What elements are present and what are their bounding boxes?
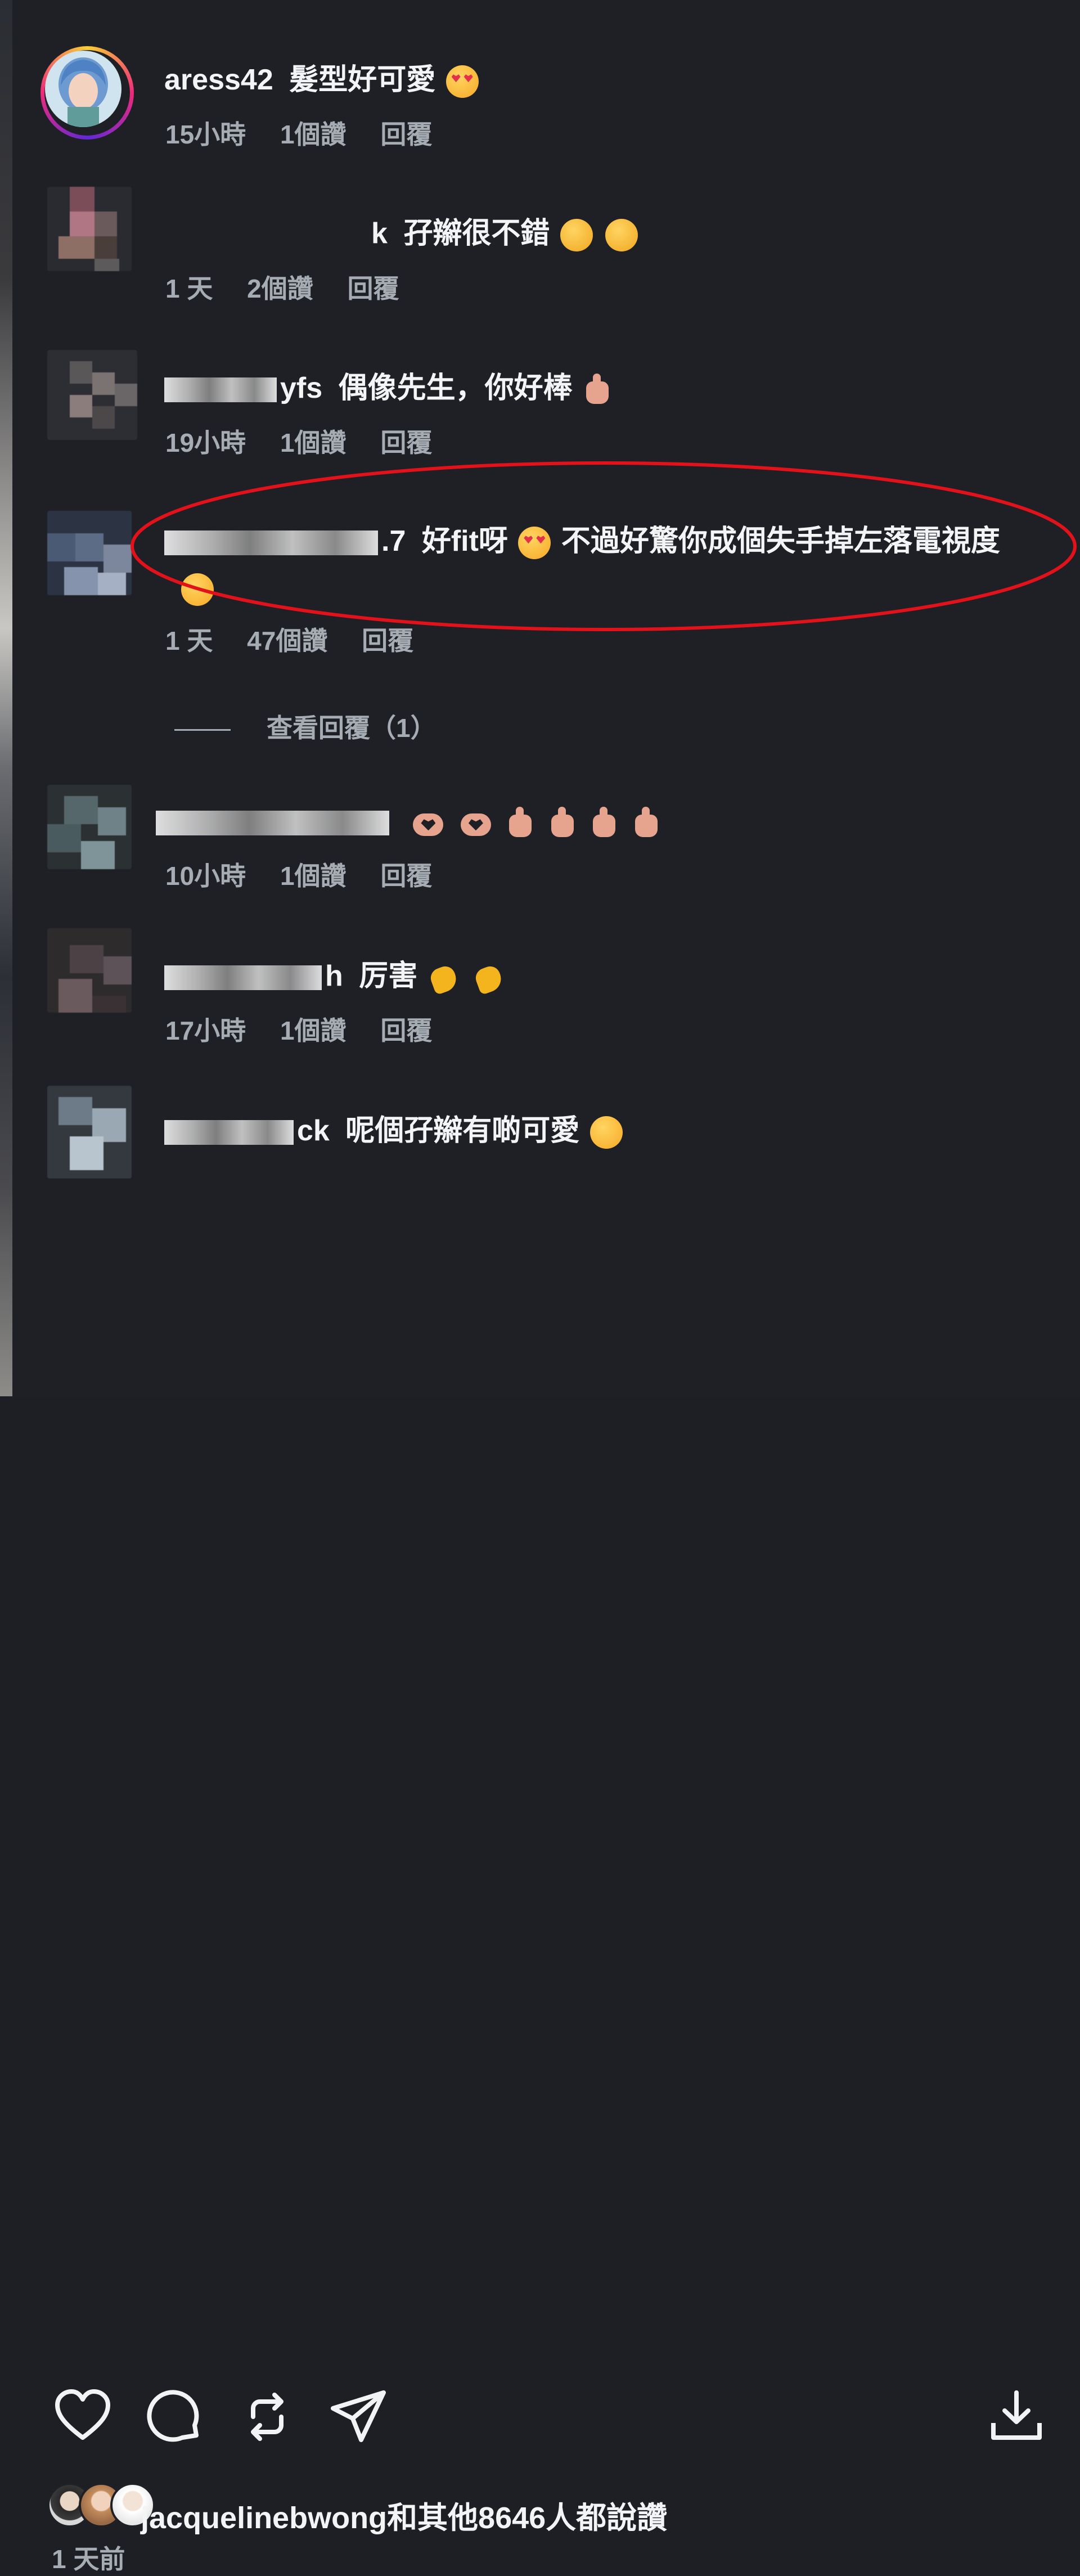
comment-like-count[interactable]: 1個讚 xyxy=(280,861,346,891)
comment-text: 髮型好可愛 xyxy=(289,64,436,96)
reply-button[interactable]: 回覆 xyxy=(380,861,432,891)
background-photo-edge xyxy=(0,0,12,1396)
reply-button[interactable]: 回覆 xyxy=(380,120,432,149)
thumbs-up-emoji-icon xyxy=(583,374,612,406)
heart-hands-emoji-icon xyxy=(458,807,493,839)
likes-summary[interactable]: jacquelinebwong和其他8646人都說讚 xyxy=(141,2493,667,2537)
comment-time: 19小時 xyxy=(165,428,246,457)
shushing-emoji-icon xyxy=(605,219,638,252)
post-timestamp: 1 天前 xyxy=(52,2544,125,2574)
thumbs-up-emoji-icon xyxy=(506,807,535,839)
comment-text: 孖辮很不錯 xyxy=(403,217,550,250)
comment-username[interactable]: yfs xyxy=(280,372,322,404)
redacted-username xyxy=(164,965,322,991)
avatar[interactable] xyxy=(47,187,132,271)
hand-over-mouth-emoji-icon xyxy=(560,219,593,252)
reply-button[interactable]: 回覆 xyxy=(380,1016,432,1045)
comment-like-count[interactable]: 1個讚 xyxy=(280,428,346,457)
reply-button[interactable]: 回覆 xyxy=(380,428,432,457)
rofl-emoji-icon xyxy=(590,1116,623,1149)
star-struck-emoji-icon xyxy=(518,527,551,560)
comment-username[interactable]: h xyxy=(325,960,343,992)
avatar[interactable] xyxy=(47,928,132,1013)
view-replies-button[interactable]: 查看回覆（1） xyxy=(174,708,436,745)
avatar[interactable] xyxy=(47,511,132,595)
star-struck-emoji-icon xyxy=(446,65,479,98)
comment-text: 好fit呀 xyxy=(421,525,508,558)
avatar[interactable] xyxy=(40,46,134,140)
comment-text: 呢個孖辮有啲可愛 xyxy=(345,1114,580,1147)
comment-time: 17小時 xyxy=(165,1016,246,1045)
post-actions-bar: jacquelinebwong和其他8646人都說讚 1 天前 xyxy=(12,1179,1080,2574)
share-icon[interactable] xyxy=(327,2386,389,2448)
comment-icon[interactable] xyxy=(143,2386,205,2448)
reply-button[interactable]: 回覆 xyxy=(362,626,413,655)
comment-text: 偶像先生，你好棒 xyxy=(338,372,573,404)
comment-time: 15小時 xyxy=(165,120,246,149)
comment-list: aress42 髮型好可愛 15小時 1個讚 回覆 k 孖辮很不錯 1 天 2個… xyxy=(12,0,1080,1179)
comment-like-count[interactable]: 2個讚 xyxy=(247,274,313,303)
comment-username[interactable]: ck xyxy=(297,1114,330,1147)
laughing-emoji-icon xyxy=(181,573,214,606)
comment-time: 1 天 xyxy=(165,626,213,655)
comments-panel: aress42 髮型好可愛 15小時 1個讚 回覆 k 孖辮很不錯 1 天 2個… xyxy=(12,0,1080,2574)
comment-like-count[interactable]: 1個讚 xyxy=(280,1016,346,1045)
heart-icon[interactable] xyxy=(52,2386,114,2448)
heart-hands-emoji-icon xyxy=(411,807,446,839)
avatar[interactable] xyxy=(47,350,137,440)
redacted-username xyxy=(164,531,378,556)
thumbs-up-emoji-icon xyxy=(548,807,577,839)
redacted-username xyxy=(164,377,277,403)
divider xyxy=(174,729,231,731)
reply-button[interactable]: 回覆 xyxy=(348,274,399,303)
redacted-username xyxy=(156,811,389,836)
comment-username[interactable]: .7 xyxy=(381,525,406,558)
comment-username[interactable]: aress42 xyxy=(164,64,273,96)
comment-text: 厉害 xyxy=(359,960,418,992)
repost-icon[interactable] xyxy=(236,2386,298,2448)
avatar[interactable] xyxy=(47,785,132,869)
comment-like-count[interactable]: 1個讚 xyxy=(280,120,346,149)
download-icon[interactable] xyxy=(986,2386,1047,2448)
avatar[interactable] xyxy=(47,1086,132,1179)
comment-text-continued: 不過好驚你成個失手掉左落電視度 xyxy=(561,525,1000,558)
comment-time: 10小時 xyxy=(165,861,246,891)
clapping-emoji-icon xyxy=(428,961,461,994)
comment-username[interactable]: k xyxy=(371,217,388,250)
clapping-emoji-icon xyxy=(473,961,506,994)
thumbs-up-emoji-icon xyxy=(632,807,661,839)
thumbs-up-emoji-icon xyxy=(590,807,619,839)
view-replies-label: 查看回覆（1） xyxy=(267,713,436,743)
comment-like-count[interactable]: 47個讚 xyxy=(247,626,327,655)
comment-time: 1 天 xyxy=(165,274,213,303)
redacted-username xyxy=(164,1120,294,1145)
